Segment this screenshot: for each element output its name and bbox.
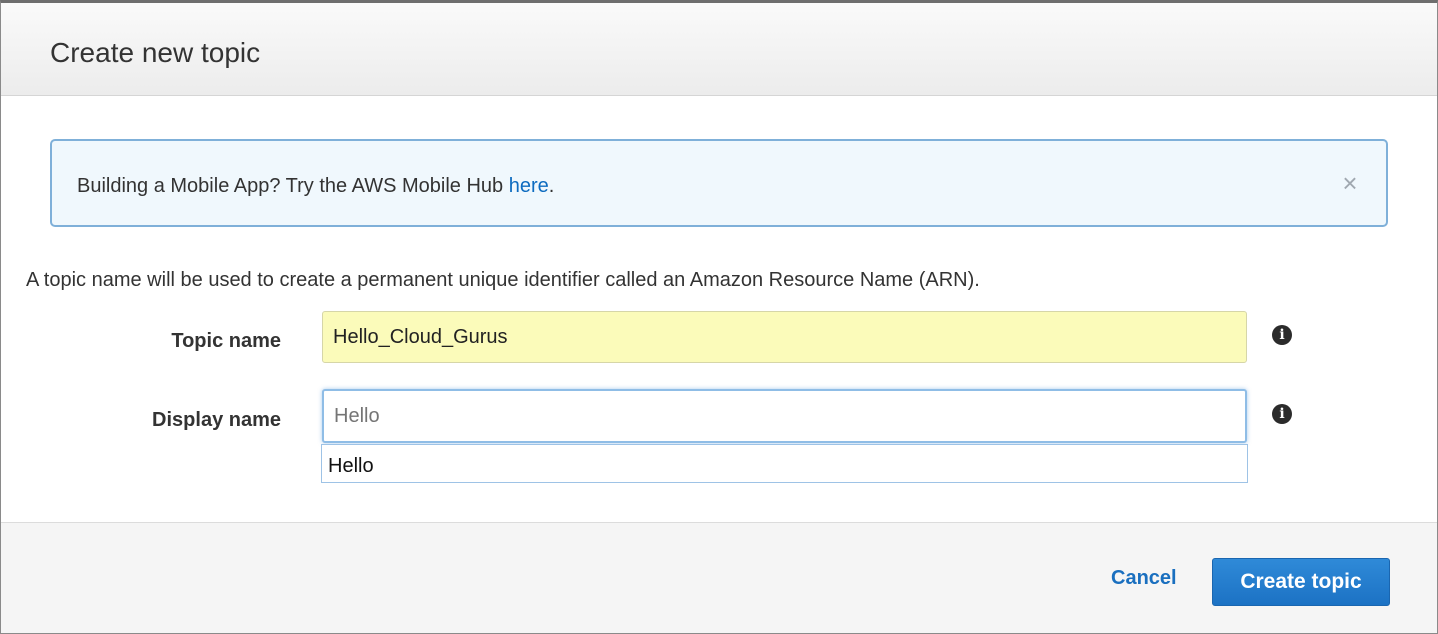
display-name-label: Display name <box>152 409 281 431</box>
autocomplete-dropdown: Hello <box>321 444 1248 483</box>
mobile-hub-link[interactable]: here <box>509 175 549 197</box>
topic-name-info-icon[interactable]: i <box>1272 325 1292 345</box>
dialog-title: Create new topic <box>50 37 261 68</box>
dialog-footer: Cancel Create topic <box>1 522 1437 633</box>
autocomplete-suggestion[interactable]: Hello <box>328 455 374 478</box>
dialog-header: Create new topic <box>1 3 1437 96</box>
display-name-info-icon[interactable]: i <box>1272 404 1292 424</box>
banner-message: Building a Mobile App? Try the AWS Mobil… <box>77 175 509 197</box>
banner-period: . <box>548 175 555 197</box>
banner-text: Building a Mobile App? Try the AWS Mobil… <box>77 175 554 198</box>
topic-description: A topic name will be used to create a pe… <box>26 269 980 291</box>
mobile-hub-banner: Building a Mobile App? Try the AWS Mobil… <box>50 139 1388 227</box>
topic-name-label: Topic name <box>171 330 281 352</box>
create-topic-button[interactable]: Create topic <box>1212 558 1390 606</box>
topic-name-input[interactable] <box>322 311 1247 363</box>
cancel-button[interactable]: Cancel <box>1111 567 1177 590</box>
close-icon[interactable]: × <box>1338 170 1362 196</box>
create-topic-dialog: Create new topic Building a Mobile App? … <box>0 0 1438 634</box>
display-name-input[interactable] <box>322 389 1247 443</box>
